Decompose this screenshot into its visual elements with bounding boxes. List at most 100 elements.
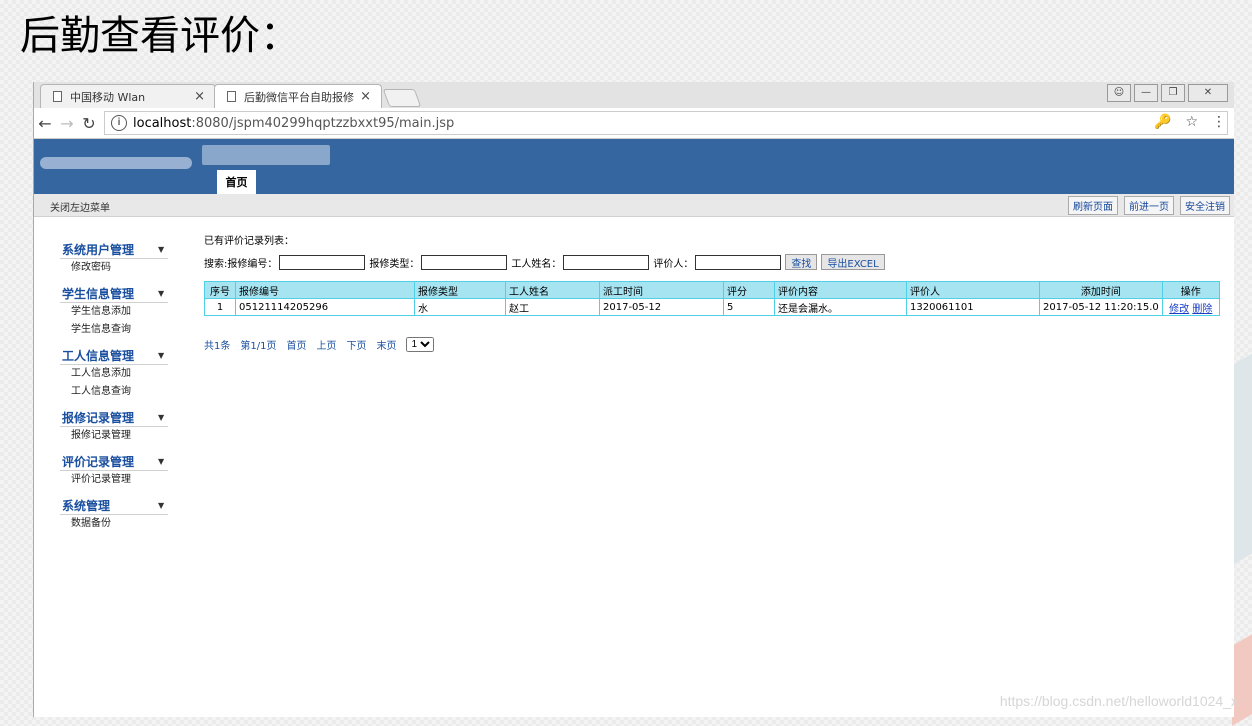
browser-tab-wlan[interactable]: 中国移动 Wlan ×: [40, 84, 216, 108]
col-reviewer: 评价人: [906, 281, 1040, 299]
worker-name-input[interactable]: [563, 254, 650, 270]
search-button[interactable]: 查找: [785, 254, 818, 270]
address-bar: ← → ↻ i localhost:8080/jspm40299hqptzzbx…: [34, 108, 1234, 139]
sidebar: 系统用户管理 ▼ 修改密码 学生信息管理 ▼ 学生信息添加 学生信息查询 工人信…: [34, 237, 182, 717]
tab-label: 后勤微信平台自助报修系: [244, 90, 355, 104]
close-tab-icon[interactable]: ×: [360, 89, 371, 104]
cell-repair-no: 05121114205296: [235, 298, 415, 316]
search-form: 搜索: 报修编号： 报修类型： 工人姓名： 评价人： 查找 导出EXCEL: [204, 254, 885, 270]
minimize-icon[interactable]: —: [1134, 84, 1158, 102]
label-worker-name: 工人姓名：: [511, 258, 562, 270]
chevron-down-icon: ▼: [158, 351, 165, 360]
label-reviewer: 评价人：: [653, 258, 694, 270]
col-index: 序号: [204, 281, 236, 299]
close-window-icon[interactable]: ✕: [1188, 84, 1228, 102]
menu-icon[interactable]: ⋮: [1212, 114, 1226, 130]
label-repair-type: 报修类型：: [369, 258, 420, 270]
url-input[interactable]: i localhost:8080/jspm40299hqptzzbxxt95/m…: [104, 111, 1228, 135]
prev-page-link[interactable]: 上页: [316, 337, 336, 352]
cell-actions: 修改 删除: [1161, 298, 1220, 316]
group-title: 评价记录管理: [62, 455, 135, 469]
sidebar-item-add-worker[interactable]: 工人信息添加: [34, 365, 182, 383]
next-page-link[interactable]: 下页: [346, 337, 366, 352]
chevron-down-icon: ▼: [158, 289, 165, 298]
review-table: 序号 报修编号 报修类型 工人姓名 派工时间 评分 评价内容 评价人 添加时间 …: [204, 281, 1220, 316]
sidebar-group-system[interactable]: 系统管理 ▼: [34, 493, 182, 515]
sidebar-group-repairs[interactable]: 报修记录管理 ▼: [34, 405, 182, 427]
slide-title: 后勤查看评价：: [20, 13, 300, 59]
col-content: 评价内容: [774, 281, 907, 299]
chevron-down-icon: ▼: [158, 501, 165, 510]
watermark: https://blog.csdn.net/helloworld1024_x: [999, 693, 1238, 709]
toolbar-buttons: 刷新页面 前进一页 安全注销: [1068, 196, 1230, 215]
repair-type-input[interactable]: [421, 254, 508, 270]
key-icon[interactable]: 🔑: [1154, 114, 1171, 130]
pagination: 共1条 第1/1页 首页 上页 下页 末页 1: [204, 337, 435, 352]
banner-image: [202, 145, 330, 165]
group-title: 工人信息管理: [62, 349, 135, 363]
new-tab-button[interactable]: [382, 89, 422, 107]
reviewer-input[interactable]: [695, 254, 782, 270]
page-indicator: 第1/1页: [240, 341, 277, 352]
group-title: 报修记录管理: [62, 411, 135, 425]
user-icon[interactable]: ☺: [1107, 84, 1131, 102]
tab-home[interactable]: 首页: [217, 170, 256, 194]
sidebar-item-query-worker[interactable]: 工人信息查询: [34, 383, 182, 401]
search-prefix: 搜索:: [204, 258, 228, 270]
first-page-link[interactable]: 首页: [286, 337, 306, 352]
cell-dispatch-time: 2017-05-12: [599, 298, 724, 316]
address-icons: 🔑 ☆ ⋮: [1154, 114, 1226, 130]
chevron-down-icon: ▼: [158, 245, 165, 254]
url-host: localhost: [133, 115, 192, 131]
tab-strip: 中国移动 Wlan × 后勤微信平台自助报修系 × ☺ — ❐ ✕: [34, 82, 1234, 108]
group-title: 系统用户管理: [62, 243, 135, 257]
sidebar-item-repair-records[interactable]: 报修记录管理: [34, 427, 182, 445]
export-excel-button[interactable]: 导出EXCEL: [821, 254, 885, 270]
repair-no-input[interactable]: [279, 254, 366, 270]
page-select[interactable]: 1: [406, 337, 435, 352]
app-header: 首页: [34, 139, 1234, 194]
delete-link[interactable]: 删除: [1192, 304, 1212, 315]
sidebar-item-add-student[interactable]: 学生信息添加: [34, 303, 182, 321]
info-icon[interactable]: i: [111, 115, 127, 131]
close-menu-link[interactable]: 关闭左边菜单: [50, 199, 110, 214]
browser-tab-main[interactable]: 后勤微信平台自助报修系 ×: [214, 84, 382, 108]
star-icon[interactable]: ☆: [1185, 114, 1198, 130]
sidebar-item-backup[interactable]: 数据备份: [34, 515, 182, 533]
cell-added-time: 2017-05-12 11:20:15.0: [1039, 298, 1163, 316]
page-icon: [53, 91, 62, 102]
back-icon[interactable]: ←: [34, 114, 56, 133]
col-dispatch-time: 派工时间: [599, 281, 724, 299]
refresh-button[interactable]: 刷新页面: [1068, 196, 1118, 215]
sidebar-group-students[interactable]: 学生信息管理 ▼: [34, 281, 182, 303]
sidebar-group-system-users[interactable]: 系统用户管理 ▼: [34, 237, 182, 259]
forward-button[interactable]: 前进一页: [1124, 196, 1174, 215]
cell-repair-type: 水: [414, 298, 506, 316]
sidebar-group-reviews[interactable]: 评价记录管理 ▼: [34, 449, 182, 471]
edit-link[interactable]: 修改: [1169, 304, 1189, 315]
sidebar-item-review-records[interactable]: 评价记录管理: [34, 471, 182, 489]
browser-window: 中国移动 Wlan × 后勤微信平台自助报修系 × ☺ — ❐ ✕ ← → ↻ …: [33, 82, 1234, 717]
list-title: 已有评价记录列表：: [204, 236, 294, 247]
col-score: 评分: [723, 281, 775, 299]
last-page-link[interactable]: 末页: [376, 337, 396, 352]
page-icon: [227, 91, 236, 102]
url-path: :8080/jspm40299hqptzzbxxt95/main.jsp: [191, 115, 455, 131]
sidebar-item-change-password[interactable]: 修改密码: [34, 259, 182, 277]
sidebar-group-workers[interactable]: 工人信息管理 ▼: [34, 343, 182, 365]
chevron-down-icon: ▼: [158, 413, 165, 422]
decorative-shape: [1232, 634, 1252, 726]
cell-index: 1: [204, 298, 236, 316]
close-tab-icon[interactable]: ×: [194, 89, 205, 104]
logout-button[interactable]: 安全注销: [1180, 196, 1230, 215]
col-added-time: 添加时间: [1039, 281, 1163, 299]
logo-image: [40, 157, 192, 169]
restore-icon[interactable]: ❐: [1161, 84, 1185, 102]
table-header-row: 序号 报修编号 报修类型 工人姓名 派工时间 评分 评价内容 评价人 添加时间 …: [204, 281, 1220, 299]
forward-icon[interactable]: →: [56, 114, 78, 133]
table-row: 1 05121114205296 水 赵工 2017-05-12 5 还是会漏水…: [204, 298, 1220, 316]
cell-worker-name: 赵工: [505, 298, 600, 316]
reload-icon[interactable]: ↻: [78, 114, 100, 133]
sidebar-item-query-student[interactable]: 学生信息查询: [34, 321, 182, 339]
group-title: 学生信息管理: [62, 287, 135, 301]
